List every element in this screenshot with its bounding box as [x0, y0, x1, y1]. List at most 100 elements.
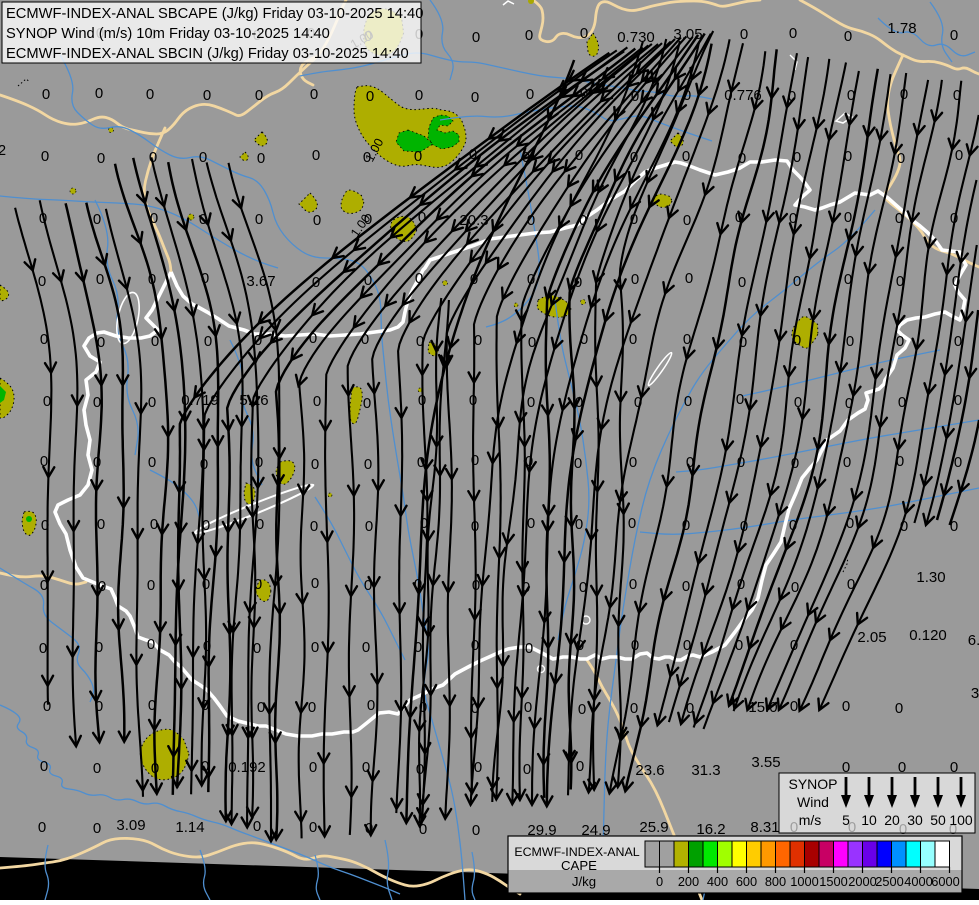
svg-text:0: 0	[954, 454, 962, 471]
svg-text:1.78: 1.78	[887, 20, 916, 37]
svg-text:SYNOP: SYNOP	[788, 776, 837, 792]
svg-text:800: 800	[765, 874, 786, 889]
svg-text:0: 0	[415, 87, 423, 104]
svg-text:0: 0	[309, 330, 317, 347]
svg-text:0: 0	[579, 212, 587, 229]
svg-text:0: 0	[844, 271, 852, 288]
svg-text:0: 0	[631, 637, 639, 654]
svg-text:2.05: 2.05	[857, 629, 886, 646]
svg-text:0: 0	[737, 454, 745, 471]
svg-text:31.3: 31.3	[691, 762, 720, 779]
svg-text:0.719: 0.719	[181, 392, 219, 409]
svg-text:0: 0	[842, 698, 850, 715]
svg-text:0: 0	[526, 86, 534, 103]
svg-text:0: 0	[417, 454, 425, 471]
svg-text:0: 0	[416, 761, 424, 778]
svg-text:0: 0	[311, 639, 319, 656]
svg-text:0: 0	[418, 392, 426, 409]
svg-text:0: 0	[846, 333, 854, 350]
svg-text:0: 0	[365, 518, 373, 535]
svg-text:0: 0	[522, 579, 530, 596]
svg-text:0: 0	[470, 271, 478, 288]
svg-text:0: 0	[900, 86, 908, 103]
svg-text:0: 0	[897, 150, 905, 167]
svg-text:0: 0	[895, 210, 903, 227]
svg-text:0: 0	[793, 149, 801, 166]
svg-text:0: 0	[896, 333, 904, 350]
svg-text:0: 0	[575, 394, 583, 411]
svg-text:0: 0	[527, 394, 535, 411]
svg-text:0: 0	[40, 453, 48, 470]
svg-text:0: 0	[950, 518, 958, 535]
svg-text:0: 0	[575, 516, 583, 533]
svg-text:6.: 6.	[968, 632, 979, 649]
svg-text:0: 0	[308, 699, 316, 716]
svg-text:0: 0	[43, 698, 51, 715]
svg-text:0: 0	[309, 819, 317, 836]
svg-text:0: 0	[39, 210, 47, 227]
svg-text:0: 0	[40, 758, 48, 775]
svg-text:0: 0	[656, 874, 663, 889]
svg-text:0: 0	[790, 637, 798, 654]
svg-text:0: 0	[254, 332, 262, 349]
svg-text:0: 0	[522, 149, 530, 166]
svg-text:0: 0	[150, 210, 158, 227]
svg-text:0: 0	[528, 334, 536, 351]
svg-text:0: 0	[525, 27, 533, 44]
svg-text:0: 0	[950, 210, 958, 227]
svg-text:0: 0	[471, 637, 479, 654]
svg-text:0: 0	[472, 29, 480, 46]
svg-text:ECMWF-INDEX-ANAL: ECMWF-INDEX-ANAL	[514, 845, 639, 859]
svg-text:0: 0	[685, 270, 693, 287]
svg-text:0: 0	[580, 85, 588, 102]
svg-text:0: 0	[38, 273, 46, 290]
svg-text:0: 0	[900, 518, 908, 535]
svg-text:0: 0	[576, 758, 584, 775]
svg-text:0.776: 0.776	[724, 87, 762, 104]
svg-text:0: 0	[147, 636, 155, 653]
svg-text:0: 0	[95, 639, 103, 656]
svg-text:0: 0	[469, 392, 477, 409]
svg-text:2000: 2000	[848, 874, 876, 889]
svg-text:0: 0	[93, 211, 101, 228]
svg-text:J/kg: J/kg	[572, 874, 596, 889]
svg-text:0: 0	[579, 579, 587, 596]
svg-text:0: 0	[575, 147, 583, 164]
svg-text:0: 0	[313, 212, 321, 229]
svg-text:0: 0	[415, 270, 423, 287]
svg-text:8.31: 8.31	[750, 819, 779, 836]
svg-text:0: 0	[629, 331, 637, 348]
svg-text:0: 0	[97, 334, 105, 351]
svg-text:0: 0	[310, 86, 318, 103]
svg-text:0: 0	[41, 148, 49, 165]
svg-text:0: 0	[523, 761, 531, 778]
svg-text:0: 0	[420, 515, 428, 532]
svg-text:0: 0	[950, 27, 958, 44]
svg-text:0: 0	[203, 87, 211, 104]
svg-text:0: 0	[40, 331, 48, 348]
svg-text:0: 0	[737, 576, 745, 593]
svg-text:0: 0	[735, 637, 743, 654]
svg-text:200: 200	[678, 874, 699, 889]
svg-text:0: 0	[896, 273, 904, 290]
svg-text:0: 0	[313, 393, 321, 410]
svg-text:0: 0	[682, 578, 690, 595]
svg-text:0: 0	[257, 699, 265, 716]
svg-text:0: 0	[525, 453, 533, 470]
svg-text:3: 3	[971, 685, 979, 702]
svg-text:0: 0	[367, 697, 375, 714]
svg-text:0: 0	[38, 819, 46, 836]
svg-text:0: 0	[40, 577, 48, 594]
svg-text:0: 0	[682, 517, 690, 534]
svg-text:0: 0	[257, 150, 265, 167]
svg-text:0: 0	[256, 516, 264, 533]
svg-text:0: 0	[843, 454, 851, 471]
svg-text:0: 0	[150, 516, 158, 533]
svg-text:0: 0	[199, 211, 207, 228]
svg-text:0: 0	[309, 759, 317, 776]
svg-text:1000: 1000	[790, 874, 818, 889]
svg-text:0: 0	[630, 211, 638, 228]
svg-text:0: 0	[364, 272, 372, 289]
svg-text:400: 400	[707, 874, 728, 889]
svg-text:0: 0	[580, 25, 588, 42]
